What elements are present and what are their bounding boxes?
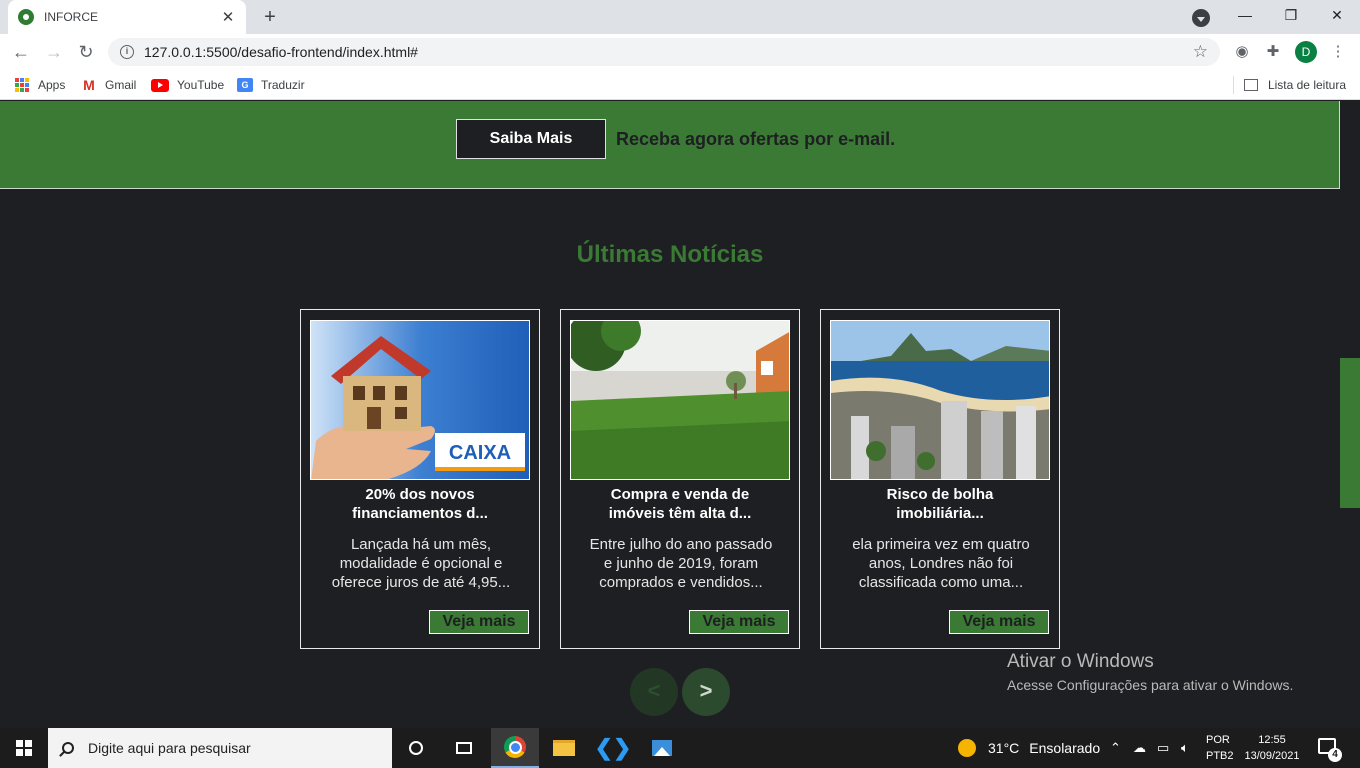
news-card-title: Risco de bolha imobiliária... bbox=[886, 486, 994, 522]
side-feedback-tab[interactable] bbox=[1340, 358, 1360, 508]
windows-activation-watermark: Ativar o Windows Acesse Configurações pa… bbox=[1007, 651, 1294, 693]
news-card-description: Lançada há um mês, modalidade é opcional… bbox=[331, 536, 511, 591]
back-icon[interactable]: ← bbox=[9, 40, 33, 64]
weather-widget[interactable]: 31°C Ensolarado bbox=[958, 728, 1100, 768]
network-tray[interactable]: ▭ bbox=[1157, 728, 1169, 768]
reload-icon[interactable]: ↻ bbox=[74, 40, 98, 64]
news-card-description: ela primeira vez em quatro anos, Londres… bbox=[852, 536, 1030, 591]
news-card-title: 20% dos novos financiamentos d... bbox=[352, 486, 488, 522]
news-image-backyard bbox=[570, 320, 790, 480]
carousel-next-button[interactable]: > bbox=[682, 668, 730, 716]
promo-banner: Saiba Mais Receba agora ofertas por e-ma… bbox=[0, 101, 1340, 189]
restore-button[interactable]: ❐ bbox=[1268, 0, 1314, 30]
bookmark-translate[interactable]: G Traduzir bbox=[237, 76, 305, 94]
extensions-puzzle-icon[interactable]: ✚ bbox=[1263, 42, 1283, 62]
browser-tab[interactable]: INFORCE ✕ bbox=[8, 0, 246, 34]
menu-kebab-icon[interactable]: ⋮ bbox=[1328, 42, 1348, 62]
volume-tray[interactable]: 🔈︎ bbox=[1181, 728, 1189, 768]
news-image-house-caixa: CAIXA bbox=[310, 320, 530, 480]
divider bbox=[1232, 76, 1234, 94]
bookmarks-bar: Apps M Gmail YouTube G Traduzir Lista de… bbox=[0, 70, 1360, 100]
task-view-icon bbox=[456, 742, 472, 754]
veja-mais-button[interactable]: Veja mais bbox=[429, 610, 529, 634]
forward-icon[interactable]: → bbox=[42, 40, 66, 64]
tab-title: INFORCE bbox=[44, 10, 98, 24]
cortana-icon bbox=[409, 741, 423, 755]
veja-mais-button[interactable]: Veja mais bbox=[689, 610, 789, 634]
cloud-icon: ☁ bbox=[1133, 740, 1146, 755]
carousel-prev-button[interactable]: < bbox=[630, 668, 678, 716]
windows-logo-icon bbox=[16, 740, 32, 756]
temperature: 31°C bbox=[988, 740, 1020, 756]
windows-taskbar: Digite aqui para pesquisar ❮❯ 31°C Ensol… bbox=[0, 728, 1360, 768]
page-content: Saiba Mais Receba agora ofertas por e-ma… bbox=[0, 101, 1360, 728]
bookmark-star-icon[interactable]: ☆ bbox=[1193, 42, 1208, 62]
bookmark-label: Traduzir bbox=[261, 78, 305, 92]
vscode-icon: ❮❯ bbox=[594, 735, 632, 760]
taskbar-file-explorer[interactable] bbox=[540, 728, 588, 768]
taskbar-chrome[interactable] bbox=[491, 728, 539, 768]
promo-text: Receba agora ofertas por e-mail. bbox=[616, 129, 896, 149]
minimize-button[interactable]: — bbox=[1222, 0, 1268, 30]
news-card-2: Compra e venda de imóveis têm alta d... … bbox=[560, 309, 800, 649]
speaker-icon: 🔈︎ bbox=[1181, 740, 1189, 755]
apps-grid-icon bbox=[14, 78, 30, 92]
news-card-1: CAIXA 20% dos novos financiamentos d... … bbox=[300, 309, 540, 649]
reading-list-label: Lista de leitura bbox=[1267, 78, 1346, 92]
caixa-logo-text: CAIXA bbox=[449, 442, 511, 464]
bookmark-youtube[interactable]: YouTube bbox=[151, 76, 224, 94]
address-bar[interactable]: i 127.0.0.1:5500/desafio-frontend/index.… bbox=[108, 38, 1220, 66]
google-translate-icon: G bbox=[237, 78, 253, 92]
sun-icon bbox=[958, 739, 976, 757]
youtube-icon bbox=[151, 78, 169, 92]
chevron-up-icon: ⌃ bbox=[1110, 740, 1121, 755]
reading-list-icon bbox=[1243, 79, 1258, 91]
tab-strip: INFORCE ✕ + — ❐ ✕ bbox=[0, 0, 1360, 34]
show-hidden-icons[interactable]: ⌃ bbox=[1110, 728, 1121, 768]
task-view-button[interactable] bbox=[440, 728, 488, 768]
search-icon bbox=[62, 742, 74, 754]
close-window-button[interactable]: ✕ bbox=[1314, 0, 1360, 30]
weather-condition: Ensolarado bbox=[1029, 740, 1101, 756]
saiba-mais-button[interactable]: Saiba Mais bbox=[456, 119, 606, 159]
start-button[interactable] bbox=[0, 728, 48, 768]
news-section-title: Últimas Notícias bbox=[576, 241, 764, 268]
chrome-icon bbox=[504, 736, 526, 758]
language-indicator[interactable]: POR PTB2 bbox=[1206, 732, 1234, 764]
profile-avatar[interactable]: D bbox=[1295, 41, 1317, 63]
onedrive-tray[interactable]: ☁ bbox=[1133, 728, 1146, 768]
bookmark-label: Gmail bbox=[105, 78, 137, 92]
folder-icon bbox=[553, 740, 575, 756]
site-info-icon[interactable]: i bbox=[120, 45, 134, 59]
search-placeholder: Digite aqui para pesquisar bbox=[88, 740, 251, 756]
bookmark-label: YouTube bbox=[177, 78, 225, 92]
new-tab-button[interactable]: + bbox=[258, 5, 282, 29]
bookmark-gmail[interactable]: M Gmail bbox=[81, 76, 136, 94]
cortana-button[interactable] bbox=[392, 728, 440, 768]
tab-close-icon[interactable]: ✕ bbox=[220, 8, 236, 26]
taskbar-search-input[interactable]: Digite aqui para pesquisar bbox=[48, 728, 392, 768]
browser-toolbar: ← → ↻ i 127.0.0.1:5500/desafio-frontend/… bbox=[0, 34, 1360, 70]
news-card-3: Risco de bolha imobiliária... ela primei… bbox=[820, 309, 1060, 649]
taskbar-photos[interactable] bbox=[638, 728, 686, 768]
taskbar-vscode[interactable]: ❮❯ bbox=[589, 728, 637, 768]
incognito-extension-icon[interactable]: ◉ bbox=[1232, 42, 1252, 62]
notification-count-badge: 4 bbox=[1328, 748, 1342, 762]
network-icon: ▭ bbox=[1157, 740, 1170, 755]
news-card-title: Compra e venda de imóveis têm alta d... bbox=[608, 486, 752, 522]
url-text[interactable]: 127.0.0.1:5500/desafio-frontend/index.ht… bbox=[144, 44, 1193, 60]
news-card-description: Entre julho do ano passado e junho de 20… bbox=[589, 536, 773, 591]
tab-search-icon[interactable] bbox=[1192, 9, 1210, 27]
taskbar-clock[interactable]: 12:55 13/09/2021 bbox=[1243, 732, 1301, 764]
gmail-icon: M bbox=[83, 77, 95, 93]
reading-list-button[interactable]: Lista de leitura bbox=[1232, 76, 1346, 94]
photos-icon bbox=[652, 740, 672, 756]
bookmark-label: Apps bbox=[38, 78, 66, 92]
veja-mais-button[interactable]: Veja mais bbox=[949, 610, 1049, 634]
site-favicon-icon bbox=[18, 9, 34, 25]
bookmark-apps[interactable]: Apps bbox=[14, 76, 65, 94]
news-image-rio-city bbox=[830, 320, 1050, 480]
